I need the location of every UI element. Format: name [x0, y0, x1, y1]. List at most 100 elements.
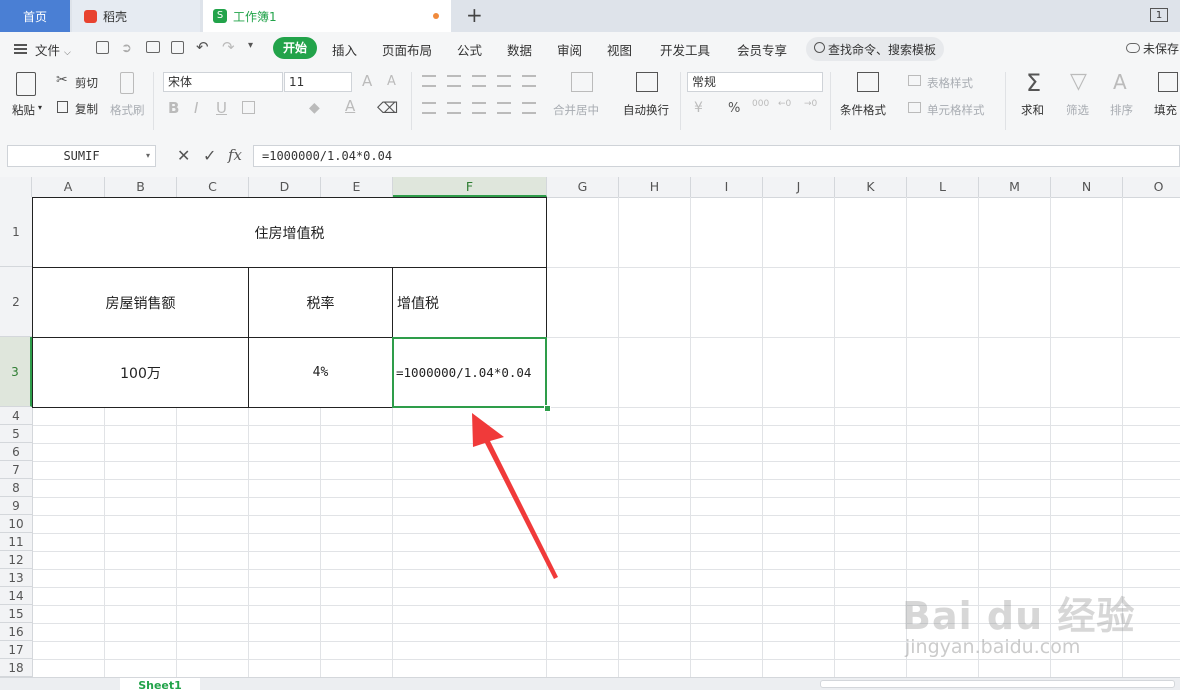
cancel-formula-icon[interactable]: ✕ — [177, 146, 190, 165]
tab-home[interactable]: 首页 — [0, 0, 70, 32]
distribute-icon[interactable] — [522, 102, 536, 114]
file-menu[interactable]: 文件 ⌵ — [35, 40, 71, 59]
row-header-16[interactable]: 16 — [0, 623, 32, 641]
row-header-13[interactable]: 13 — [0, 569, 32, 587]
row-header-8[interactable]: 8 — [0, 479, 32, 497]
shrink-font-icon[interactable]: A — [387, 74, 396, 89]
sum-button[interactable]: 求和 — [1021, 102, 1044, 118]
sales-header-cell[interactable]: 房屋销售额 — [32, 267, 249, 338]
font-size-select[interactable]: 11 — [284, 72, 352, 92]
merge-center-icon[interactable] — [571, 72, 593, 92]
column-header-m[interactable]: M — [979, 177, 1051, 197]
row-header-1[interactable]: 1 — [0, 197, 32, 267]
vat-header-cell[interactable]: 增值税 — [392, 267, 547, 338]
fill-icon[interactable] — [1158, 72, 1178, 92]
column-header-k[interactable]: K — [835, 177, 907, 197]
scissors-icon[interactable]: ✂ — [56, 72, 68, 88]
sheet-tab-sheet1[interactable]: Sheet1 — [120, 678, 200, 690]
unsaved-status[interactable]: 未保存 — [1143, 40, 1179, 57]
paste-icon[interactable] — [16, 72, 36, 96]
row-header-5[interactable]: 5 — [0, 425, 32, 443]
cloud-icon[interactable] — [1126, 43, 1140, 53]
row-header-2[interactable]: 2 — [0, 267, 32, 337]
align-middle-icon[interactable] — [447, 75, 461, 87]
percent-button[interactable]: % — [728, 101, 740, 116]
align-right-icon[interactable] — [472, 102, 486, 114]
currency-icon[interactable]: ¥ — [694, 100, 703, 116]
save-icon[interactable] — [96, 41, 109, 54]
paste-button[interactable]: 粘贴 — [12, 102, 35, 118]
row-header-7[interactable]: 7 — [0, 461, 32, 479]
column-header-a[interactable]: A — [32, 177, 105, 197]
column-header-h[interactable]: H — [619, 177, 691, 197]
format-painter-button[interactable]: 格式刷 — [110, 102, 145, 118]
indent-increase-icon[interactable] — [522, 75, 536, 87]
cut-button[interactable]: 剪切 — [75, 75, 98, 91]
table-style-icon[interactable] — [908, 75, 921, 86]
tab-review[interactable]: 审阅 — [557, 40, 582, 59]
window-count-badge[interactable]: 1 — [1150, 8, 1168, 22]
column-header-d[interactable]: D — [249, 177, 321, 197]
undo-icon[interactable]: ↶ — [196, 38, 209, 56]
insert-function-icon[interactable]: fx — [228, 146, 242, 164]
tab-formulas[interactable]: 公式 — [457, 40, 482, 59]
wrap-text-icon[interactable] — [636, 72, 658, 92]
tab-start[interactable]: 开始 — [273, 37, 317, 59]
grow-font-icon[interactable]: A — [362, 72, 372, 90]
column-header-f[interactable]: F — [393, 177, 547, 197]
column-header-i[interactable]: I — [691, 177, 763, 197]
row-header-12[interactable]: 12 — [0, 551, 32, 569]
row-header-15[interactable]: 15 — [0, 605, 32, 623]
font-color-icon[interactable]: A — [345, 97, 355, 115]
sum-icon[interactable]: Σ — [1026, 69, 1041, 97]
thousands-separator-button[interactable]: 000 — [752, 99, 769, 109]
new-tab-button[interactable]: + — [466, 3, 483, 27]
indent-decrease-icon[interactable] — [497, 75, 511, 87]
conditional-format-button[interactable]: 条件格式 — [840, 102, 886, 118]
select-all-corner[interactable] — [0, 177, 32, 197]
wrap-text-button[interactable]: 自动换行 — [623, 102, 669, 118]
name-box[interactable]: SUMIF — [7, 145, 156, 167]
customize-icon[interactable]: ▾ — [248, 40, 253, 51]
row-header-3[interactable]: 3 — [0, 337, 32, 407]
search-box[interactable]: 查找命令、搜索模板 — [806, 37, 944, 61]
row-header-11[interactable]: 11 — [0, 533, 32, 551]
bold-icon[interactable]: B — [168, 99, 179, 117]
tab-page-layout[interactable]: 页面布局 — [382, 40, 432, 59]
cell-style-button[interactable]: 单元格样式 — [927, 102, 985, 118]
eraser-icon[interactable]: ⌫ — [377, 99, 398, 117]
row-header-6[interactable]: 6 — [0, 443, 32, 461]
export-icon[interactable]: ➲ — [121, 41, 132, 56]
underline-icon[interactable]: U — [216, 99, 227, 117]
column-header-o[interactable]: O — [1123, 177, 1180, 197]
number-format-select[interactable]: 常规 — [687, 72, 823, 92]
rate-value-cell[interactable]: 4% — [248, 337, 393, 408]
rate-header-cell[interactable]: 税率 — [248, 267, 393, 338]
vat-formula-cell[interactable]: =1000000/1.04*0.04 — [392, 337, 547, 408]
tab-insert[interactable]: 插入 — [332, 40, 357, 59]
align-center-icon[interactable] — [447, 102, 461, 114]
filter-icon[interactable]: ▽ — [1070, 69, 1087, 94]
column-header-l[interactable]: L — [907, 177, 979, 197]
hamburger-icon[interactable] — [14, 44, 27, 54]
filter-button[interactable]: 筛选 — [1066, 102, 1089, 118]
horizontal-scrollbar[interactable] — [820, 680, 1175, 688]
sort-button[interactable]: 排序 — [1110, 102, 1133, 118]
align-top-icon[interactable] — [422, 75, 436, 87]
justify-icon[interactable] — [497, 102, 511, 114]
row-header-10[interactable]: 10 — [0, 515, 32, 533]
table-style-button[interactable]: 表格样式 — [927, 75, 973, 91]
confirm-formula-icon[interactable]: ✓ — [203, 146, 216, 165]
tab-workbook[interactable]: S 工作簿1 — [203, 0, 451, 32]
font-name-select[interactable]: 宋体 — [163, 72, 283, 92]
decimal-decrease-icon[interactable]: →0 — [804, 99, 817, 109]
print-preview-icon[interactable] — [171, 41, 184, 54]
align-bottom-icon[interactable] — [472, 75, 486, 87]
conditional-format-icon[interactable] — [857, 72, 879, 92]
tab-developer[interactable]: 开发工具 — [660, 40, 710, 59]
row-header-14[interactable]: 14 — [0, 587, 32, 605]
sales-value-cell[interactable]: 100万 — [32, 337, 249, 408]
row-header-18[interactable]: 18 — [0, 659, 32, 677]
fill-button[interactable]: 填充 — [1154, 102, 1177, 118]
chevron-down-icon[interactable]: ▾ — [146, 151, 150, 160]
